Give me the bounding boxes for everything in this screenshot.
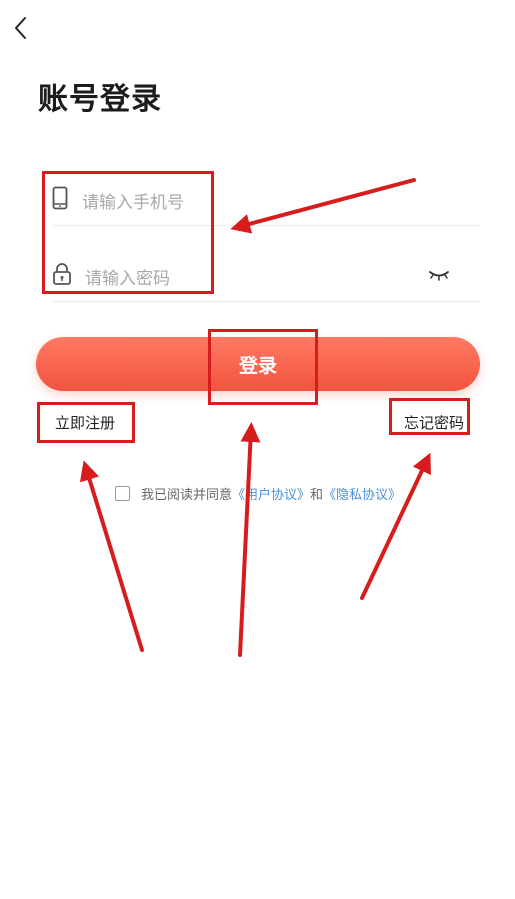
annotation-box-register (37, 402, 135, 443)
arrow-to-login (238, 422, 261, 657)
eye-closed-icon[interactable] (428, 266, 450, 285)
arrow-to-forgot (360, 452, 431, 600)
back-button[interactable] (10, 14, 34, 42)
user-agreement-link[interactable]: 《用户协议》 (232, 484, 310, 503)
privacy-policy-link[interactable]: 《隐私协议》 (323, 484, 401, 503)
annotation-arrows (79, 178, 431, 657)
annotation-box-forgot (389, 398, 470, 435)
agreement-checkbox[interactable] (115, 486, 130, 501)
annotation-box-login (208, 329, 318, 405)
agreement-and: 和 (310, 488, 324, 503)
annotation-box-inputs (42, 171, 214, 294)
divider (52, 301, 480, 302)
page-title: 账号登录 (38, 82, 162, 117)
chevron-left-icon (15, 17, 26, 39)
agreement-row: 我已阅读并同意 《用户协议》 和 《隐私协议》 (115, 484, 401, 503)
agreement-prefix: 我已阅读并同意 (141, 488, 233, 503)
